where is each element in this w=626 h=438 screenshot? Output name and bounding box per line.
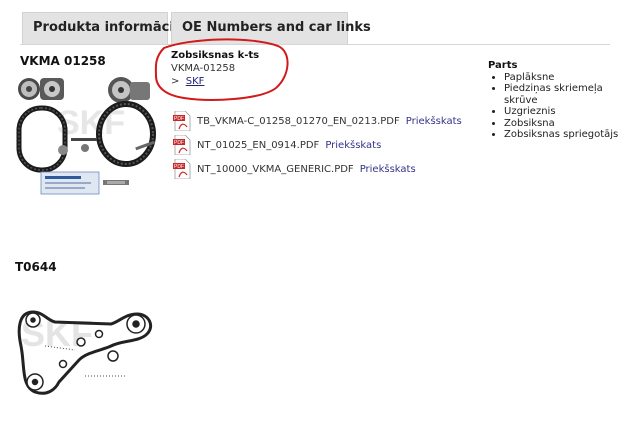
part-item: Zobsiksna <box>504 118 624 130</box>
svg-text:PDF: PDF <box>174 164 184 170</box>
document-row: PDF TB_VKMA-C_01258_01270_EN_0213.PDF Pr… <box>173 111 462 131</box>
pdf-icon: PDF <box>173 111 191 131</box>
supplier-info: Zobsiksnas k-ts VKMA-01258 > SKF <box>171 49 259 88</box>
parts-list: Parts Paplāksne Piedziņas skriemeļa skrū… <box>488 60 624 141</box>
document-row: PDF NT_01025_EN_0914.PDF Priekšskats <box>173 135 381 155</box>
document-filename[interactable]: NT_10000_VKMA_GENERIC.PDF <box>197 164 354 175</box>
supplier-number: VKMA-01258 <box>171 63 236 74</box>
belt-routing-diagram: SKF <box>17 310 153 395</box>
chevron-right-icon: > <box>171 76 180 87</box>
document-row: PDF NT_10000_VKMA_GENERIC.PDF Priekšskat… <box>173 159 416 179</box>
part-item: Paplāksne <box>504 72 624 84</box>
preview-link[interactable]: Priekšskats <box>406 116 462 127</box>
supplier-brand-line: > SKF <box>171 75 259 88</box>
supplier-heading: Zobsiksnas k-ts <box>171 50 260 61</box>
tab-divider <box>20 44 610 45</box>
part-item: Piedziņas skriemeļa skrūve <box>504 83 624 106</box>
preview-link[interactable]: Priekšskats <box>360 164 416 175</box>
kit-image: SKF <box>16 77 156 195</box>
diagram-code: T0644 <box>15 260 57 274</box>
part-item: Zobsiksnas spriegotājs <box>504 129 624 141</box>
document-filename[interactable]: NT_01025_EN_0914.PDF <box>197 140 319 151</box>
product-code: VKMA 01258 <box>20 54 106 68</box>
pdf-icon: PDF <box>173 135 191 155</box>
part-item: Uzgrieznis <box>504 106 624 118</box>
svg-text:PDF: PDF <box>174 116 184 122</box>
pdf-icon: PDF <box>173 159 191 179</box>
document-filename[interactable]: TB_VKMA-C_01258_01270_EN_0213.PDF <box>197 116 400 127</box>
tab-product-info[interactable]: Produkta informācija <box>22 12 187 44</box>
svg-text:PDF: PDF <box>174 140 184 146</box>
tab-oe-numbers[interactable]: OE Numbers and car links <box>171 12 371 44</box>
parts-heading: Parts <box>488 60 518 71</box>
supplier-brand-link[interactable]: SKF <box>186 76 205 87</box>
preview-link[interactable]: Priekšskats <box>325 140 381 151</box>
